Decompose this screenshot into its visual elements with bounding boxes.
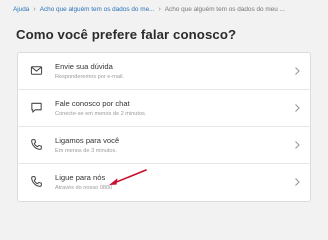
- breadcrumb-link-ajuda[interactable]: Ajuda: [13, 6, 29, 13]
- contact-option-call-us[interactable]: Ligue para nós Através do nosso 0800: [18, 164, 310, 200]
- breadcrumb-link-parent[interactable]: Acho que alguém tem os dados do me...: [40, 6, 155, 13]
- breadcrumb: Ajuda › Acho que alguém tem os dados do …: [0, 0, 328, 18]
- chevron-right-icon: [293, 140, 301, 150]
- contact-option-subtitle: Responderemos por e-mail.: [55, 74, 125, 80]
- contact-option-chat[interactable]: Fale conosco por chat Conecte-se em meno…: [18, 90, 310, 127]
- breadcrumb-separator-icon: ›: [158, 5, 161, 13]
- breadcrumb-current: Acho que alguém tem os dados do meu ...: [164, 5, 285, 13]
- contact-option-callback[interactable]: Ligamos para você Em menos de 3 minutos.: [18, 127, 310, 164]
- contact-option-title: Envie sua dúvida: [55, 62, 113, 71]
- page-title: Como você prefere falar conosco?: [16, 27, 237, 42]
- contact-option-subtitle: Em menos de 3 minutos.: [55, 148, 117, 154]
- contact-option-title: Fale conosco por chat: [55, 99, 130, 108]
- chevron-right-icon: [293, 66, 301, 76]
- breadcrumb-separator-icon: ›: [33, 5, 36, 13]
- contact-option-subtitle: Conecte-se em menos de 2 minutos.: [55, 111, 147, 117]
- phone-icon: [30, 175, 43, 188]
- annotation-arrow-icon: [109, 169, 147, 185]
- chevron-right-icon: [293, 177, 301, 187]
- contact-options-list: Envie sua dúvida Responderemos por e-mai…: [17, 52, 311, 202]
- contact-option-title: Ligue para nós: [55, 173, 106, 182]
- contact-option-email[interactable]: Envie sua dúvida Responderemos por e-mai…: [18, 53, 310, 90]
- phone-icon: [30, 138, 43, 151]
- contact-option-title: Ligamos para você: [55, 136, 120, 145]
- envelope-icon: [30, 64, 43, 77]
- chevron-right-icon: [293, 103, 301, 113]
- chat-bubble-icon: [30, 101, 43, 114]
